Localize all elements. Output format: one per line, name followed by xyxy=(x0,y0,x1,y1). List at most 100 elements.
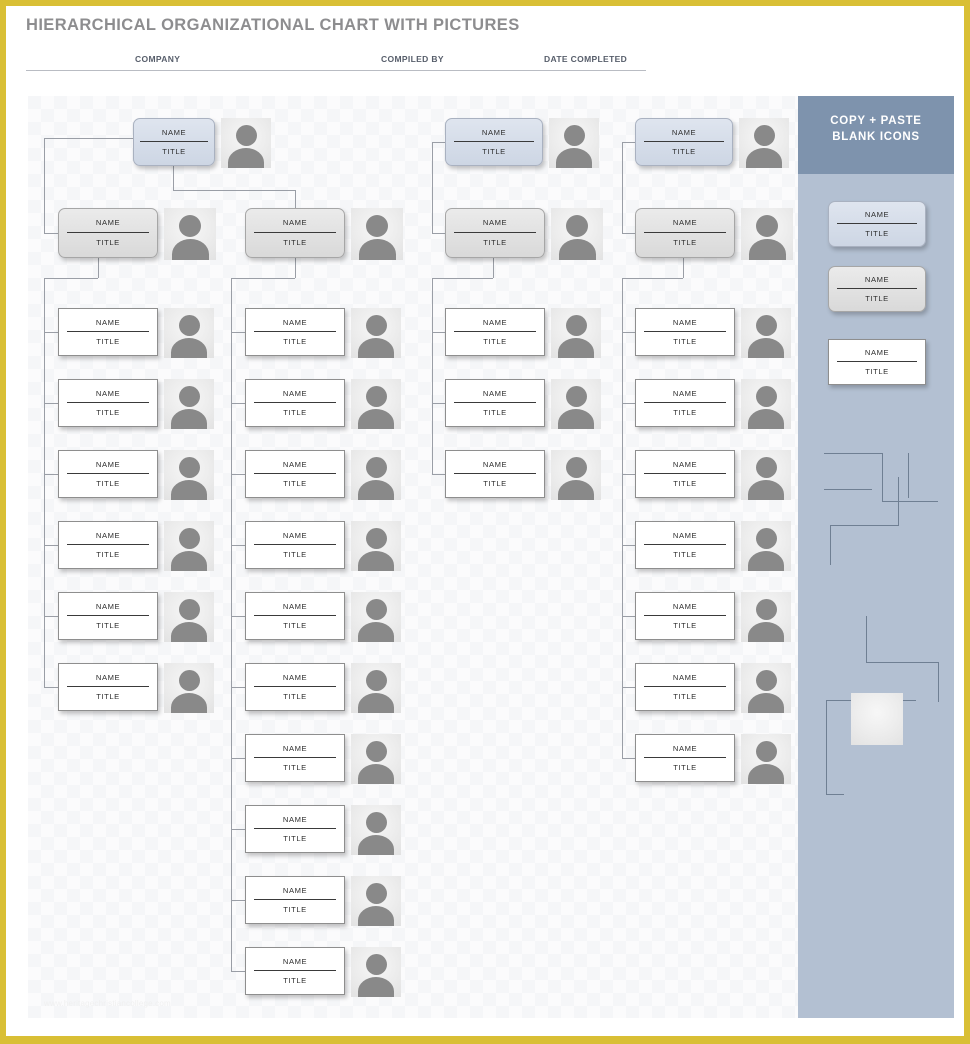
node-c1-leaf-5-box[interactable]: NAME TITLE xyxy=(58,592,158,640)
node-c4-leaf-2-box[interactable]: NAME TITLE xyxy=(635,379,735,427)
sidebar-template-white[interactable]: NAME TITLE xyxy=(828,339,926,385)
node-c4-leaf-7-name: NAME xyxy=(672,744,698,753)
sidebar-connector-segment[interactable] xyxy=(824,489,872,490)
node-c1-leaf-2-box[interactable]: NAME TITLE xyxy=(58,379,158,427)
node-c1-leaf-6-box[interactable]: NAME TITLE xyxy=(58,663,158,711)
person-body xyxy=(358,977,394,997)
person-icon[interactable] xyxy=(351,947,401,997)
person-icon[interactable] xyxy=(351,208,403,260)
person-icon[interactable] xyxy=(164,208,216,260)
person-body xyxy=(748,338,784,358)
node-c2-leaf-6-title: TITLE xyxy=(283,692,307,701)
person-body xyxy=(559,239,596,260)
person-icon[interactable] xyxy=(164,450,214,500)
person-icon[interactable] xyxy=(741,663,791,713)
person-icon[interactable] xyxy=(164,308,214,358)
person-icon[interactable] xyxy=(739,118,789,168)
person-icon[interactable] xyxy=(351,521,401,571)
sidebar-connector-segment[interactable] xyxy=(830,525,899,526)
node-c4-l1-box[interactable]: NAME TITLE xyxy=(635,118,733,166)
node-c1-leaf-3-box[interactable]: NAME TITLE xyxy=(58,450,158,498)
sidebar-template-blue[interactable]: NAME TITLE xyxy=(828,201,926,247)
node-c3-l1-box[interactable]: NAME TITLE xyxy=(445,118,543,166)
person-icon[interactable] xyxy=(351,663,401,713)
sidebar-connector-segment[interactable] xyxy=(866,616,867,662)
connector-line xyxy=(622,142,623,233)
node-c4-leaf-6-title: TITLE xyxy=(673,692,697,701)
node-c4-leaf-5-box[interactable]: NAME TITLE xyxy=(635,592,735,640)
person-icon[interactable] xyxy=(741,308,791,358)
node-c1-leaf-4-box[interactable]: NAME TITLE xyxy=(58,521,158,569)
node-c1-l1-box[interactable]: NAME TITLE xyxy=(133,118,215,166)
sidebar-connector-segment[interactable] xyxy=(866,662,938,663)
node-c4-leaf-6-box[interactable]: NAME TITLE xyxy=(635,663,735,711)
person-icon[interactable] xyxy=(551,208,603,260)
node-c4-leaf-3-box[interactable]: NAME TITLE xyxy=(635,450,735,498)
node-c2-leaf-3-divider xyxy=(253,473,337,474)
person-icon[interactable] xyxy=(351,308,401,358)
node-c2-leaf-3-box[interactable]: NAME TITLE xyxy=(245,450,345,498)
node-c1-leaf-1-box[interactable]: NAME TITLE xyxy=(58,308,158,356)
node-c4-leaf-1-box[interactable]: NAME TITLE xyxy=(635,308,735,356)
person-icon[interactable] xyxy=(551,379,601,429)
sidebar-connector-segment[interactable] xyxy=(938,662,939,702)
person-icon[interactable] xyxy=(351,592,401,642)
node-c2-leaf-8-box[interactable]: NAME TITLE xyxy=(245,805,345,853)
person-icon[interactable] xyxy=(351,379,401,429)
person-icon[interactable] xyxy=(551,450,601,500)
person-icon[interactable] xyxy=(741,734,791,784)
person-icon[interactable] xyxy=(351,734,401,784)
node-c3-leaf-2-box[interactable]: NAME TITLE xyxy=(445,379,545,427)
node-c2-leaf-4-box[interactable]: NAME TITLE xyxy=(245,521,345,569)
sidebar-template-white-divider xyxy=(836,361,918,362)
node-c2-leaf-1-box[interactable]: NAME TITLE xyxy=(245,308,345,356)
person-icon[interactable] xyxy=(741,379,791,429)
sidebar-connector-segment[interactable] xyxy=(908,453,909,498)
person-icon[interactable] xyxy=(551,308,601,358)
person-icon[interactable] xyxy=(351,450,401,500)
person-icon[interactable] xyxy=(851,693,903,745)
connector-line xyxy=(622,545,635,546)
person-icon[interactable] xyxy=(741,450,791,500)
node-c4-l2-box[interactable]: NAME TITLE xyxy=(635,208,735,258)
node-c4-leaf-3-title: TITLE xyxy=(673,479,697,488)
sidebar-panel: COPY + PASTE BLANK ICONS NAME TITLE NAME TI… xyxy=(798,96,954,1018)
person-icon[interactable] xyxy=(549,118,599,168)
sidebar-connector-segment[interactable] xyxy=(826,700,827,794)
sidebar-connector-segment[interactable] xyxy=(882,501,938,502)
sidebar-connector-segment[interactable] xyxy=(898,477,899,525)
node-c2-leaf-9-box[interactable]: NAME TITLE xyxy=(245,876,345,924)
connector-line xyxy=(622,403,635,404)
sidebar-template-gray[interactable]: NAME TITLE xyxy=(828,266,926,312)
person-icon[interactable] xyxy=(164,521,214,571)
sidebar-connector-segment[interactable] xyxy=(826,794,844,795)
person-icon[interactable] xyxy=(164,379,214,429)
person-icon[interactable] xyxy=(351,876,401,926)
node-c3-l2-box[interactable]: NAME TITLE xyxy=(445,208,545,258)
person-icon[interactable] xyxy=(221,118,271,168)
node-c2-leaf-6-box[interactable]: NAME TITLE xyxy=(245,663,345,711)
node-c4-leaf-4-box[interactable]: NAME TITLE xyxy=(635,521,735,569)
person-icon[interactable] xyxy=(741,592,791,642)
person-icon[interactable] xyxy=(351,805,401,855)
node-c4-leaf-7-box[interactable]: NAME TITLE xyxy=(635,734,735,782)
node-c3-leaf-1-box[interactable]: NAME TITLE xyxy=(445,308,545,356)
node-c2-leaf-7-box[interactable]: NAME TITLE xyxy=(245,734,345,782)
node-c2-leaf-10-box[interactable]: NAME TITLE xyxy=(245,947,345,995)
connector-line xyxy=(432,233,445,234)
person-icon[interactable] xyxy=(741,521,791,571)
node-c1-l2b-box[interactable]: NAME TITLE xyxy=(245,208,345,258)
sidebar-connector-segment[interactable] xyxy=(824,453,882,454)
person-icon[interactable] xyxy=(164,663,214,713)
node-c1-l2a-box[interactable]: NAME TITLE xyxy=(58,208,158,258)
node-c1-leaf-1-name: NAME xyxy=(95,318,121,327)
person-icon[interactable] xyxy=(741,208,793,260)
sidebar-connector-segment[interactable] xyxy=(882,453,883,501)
node-c2-leaf-2-box[interactable]: NAME TITLE xyxy=(245,379,345,427)
node-c3-leaf-3-box[interactable]: NAME TITLE xyxy=(445,450,545,498)
node-c2-leaf-5-box[interactable]: NAME TITLE xyxy=(245,592,345,640)
connector-line xyxy=(231,616,245,617)
node-c1-leaf-4-title: TITLE xyxy=(96,550,120,559)
sidebar-connector-segment[interactable] xyxy=(830,525,831,565)
person-icon[interactable] xyxy=(164,592,214,642)
